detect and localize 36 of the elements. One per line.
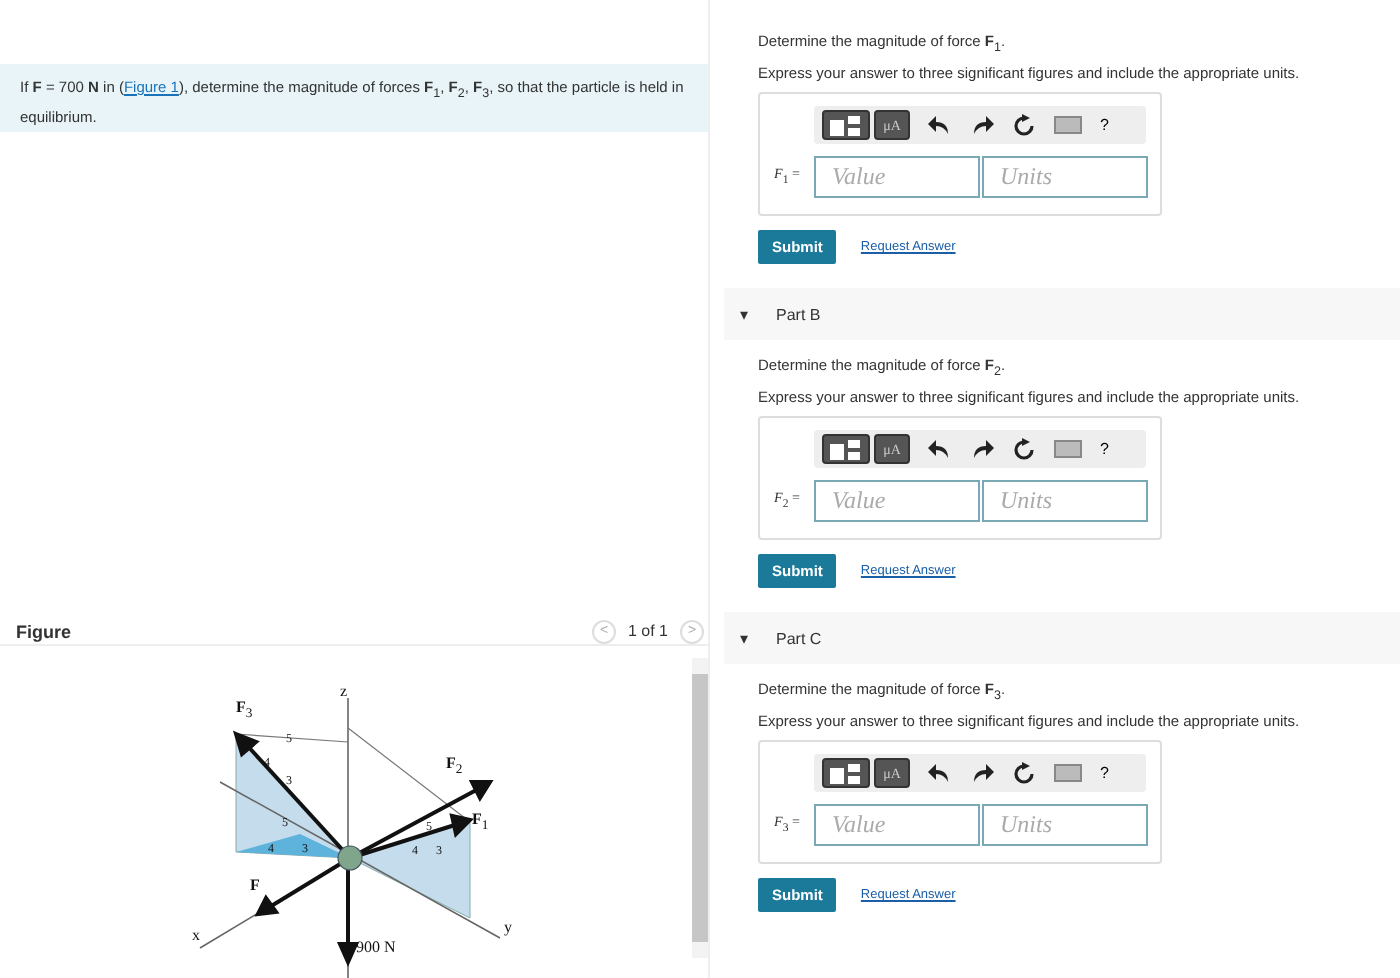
reset-icon[interactable] [1012, 113, 1036, 137]
undo-icon[interactable] [928, 437, 952, 461]
reset-icon[interactable] [1012, 437, 1036, 461]
redo-icon[interactable] [970, 437, 994, 461]
reset-icon[interactable] [1012, 761, 1036, 785]
figure-title: Figure [16, 621, 72, 641]
help-button[interactable]: ? [1100, 116, 1109, 134]
collapse-toggle[interactable]: ▾ [740, 629, 748, 647]
template-button[interactable] [822, 110, 870, 140]
diagram-label: F [250, 876, 260, 894]
diagram-label: F$_{3}$ [236, 698, 253, 722]
template-button[interactable] [822, 758, 870, 788]
template-button[interactable] [822, 434, 870, 464]
diagram-label: x [192, 926, 200, 944]
diagram-label: F$_{2}$ [446, 754, 463, 778]
units-field[interactable]: Units [982, 156, 1148, 198]
collapse-toggle[interactable]: ▾ [740, 305, 748, 323]
redo-icon[interactable] [970, 761, 994, 785]
page-counter: 1 of 1 [627, 622, 668, 640]
redo-icon[interactable] [970, 113, 994, 137]
units-field[interactable]: Units [982, 480, 1148, 522]
units-field[interactable]: Units [982, 804, 1148, 846]
diagram-label: z [340, 682, 348, 700]
undo-icon[interactable] [928, 761, 952, 785]
value-field[interactable]: Value [814, 804, 980, 846]
help-button[interactable]: ? [1100, 440, 1109, 458]
part-header[interactable]: Part C [776, 629, 822, 647]
help-button[interactable]: ? [1100, 764, 1109, 782]
part-header[interactable]: Part B [776, 305, 821, 323]
diagram-label: F$_{1}$ [472, 810, 489, 834]
scrollbar[interactable] [692, 658, 708, 958]
value-field[interactable]: Value [814, 156, 980, 198]
diagram-label: y [504, 918, 512, 936]
diagram-label: 900 N [356, 938, 396, 956]
undo-icon[interactable] [928, 113, 952, 137]
value-field[interactable]: Value [814, 480, 980, 522]
